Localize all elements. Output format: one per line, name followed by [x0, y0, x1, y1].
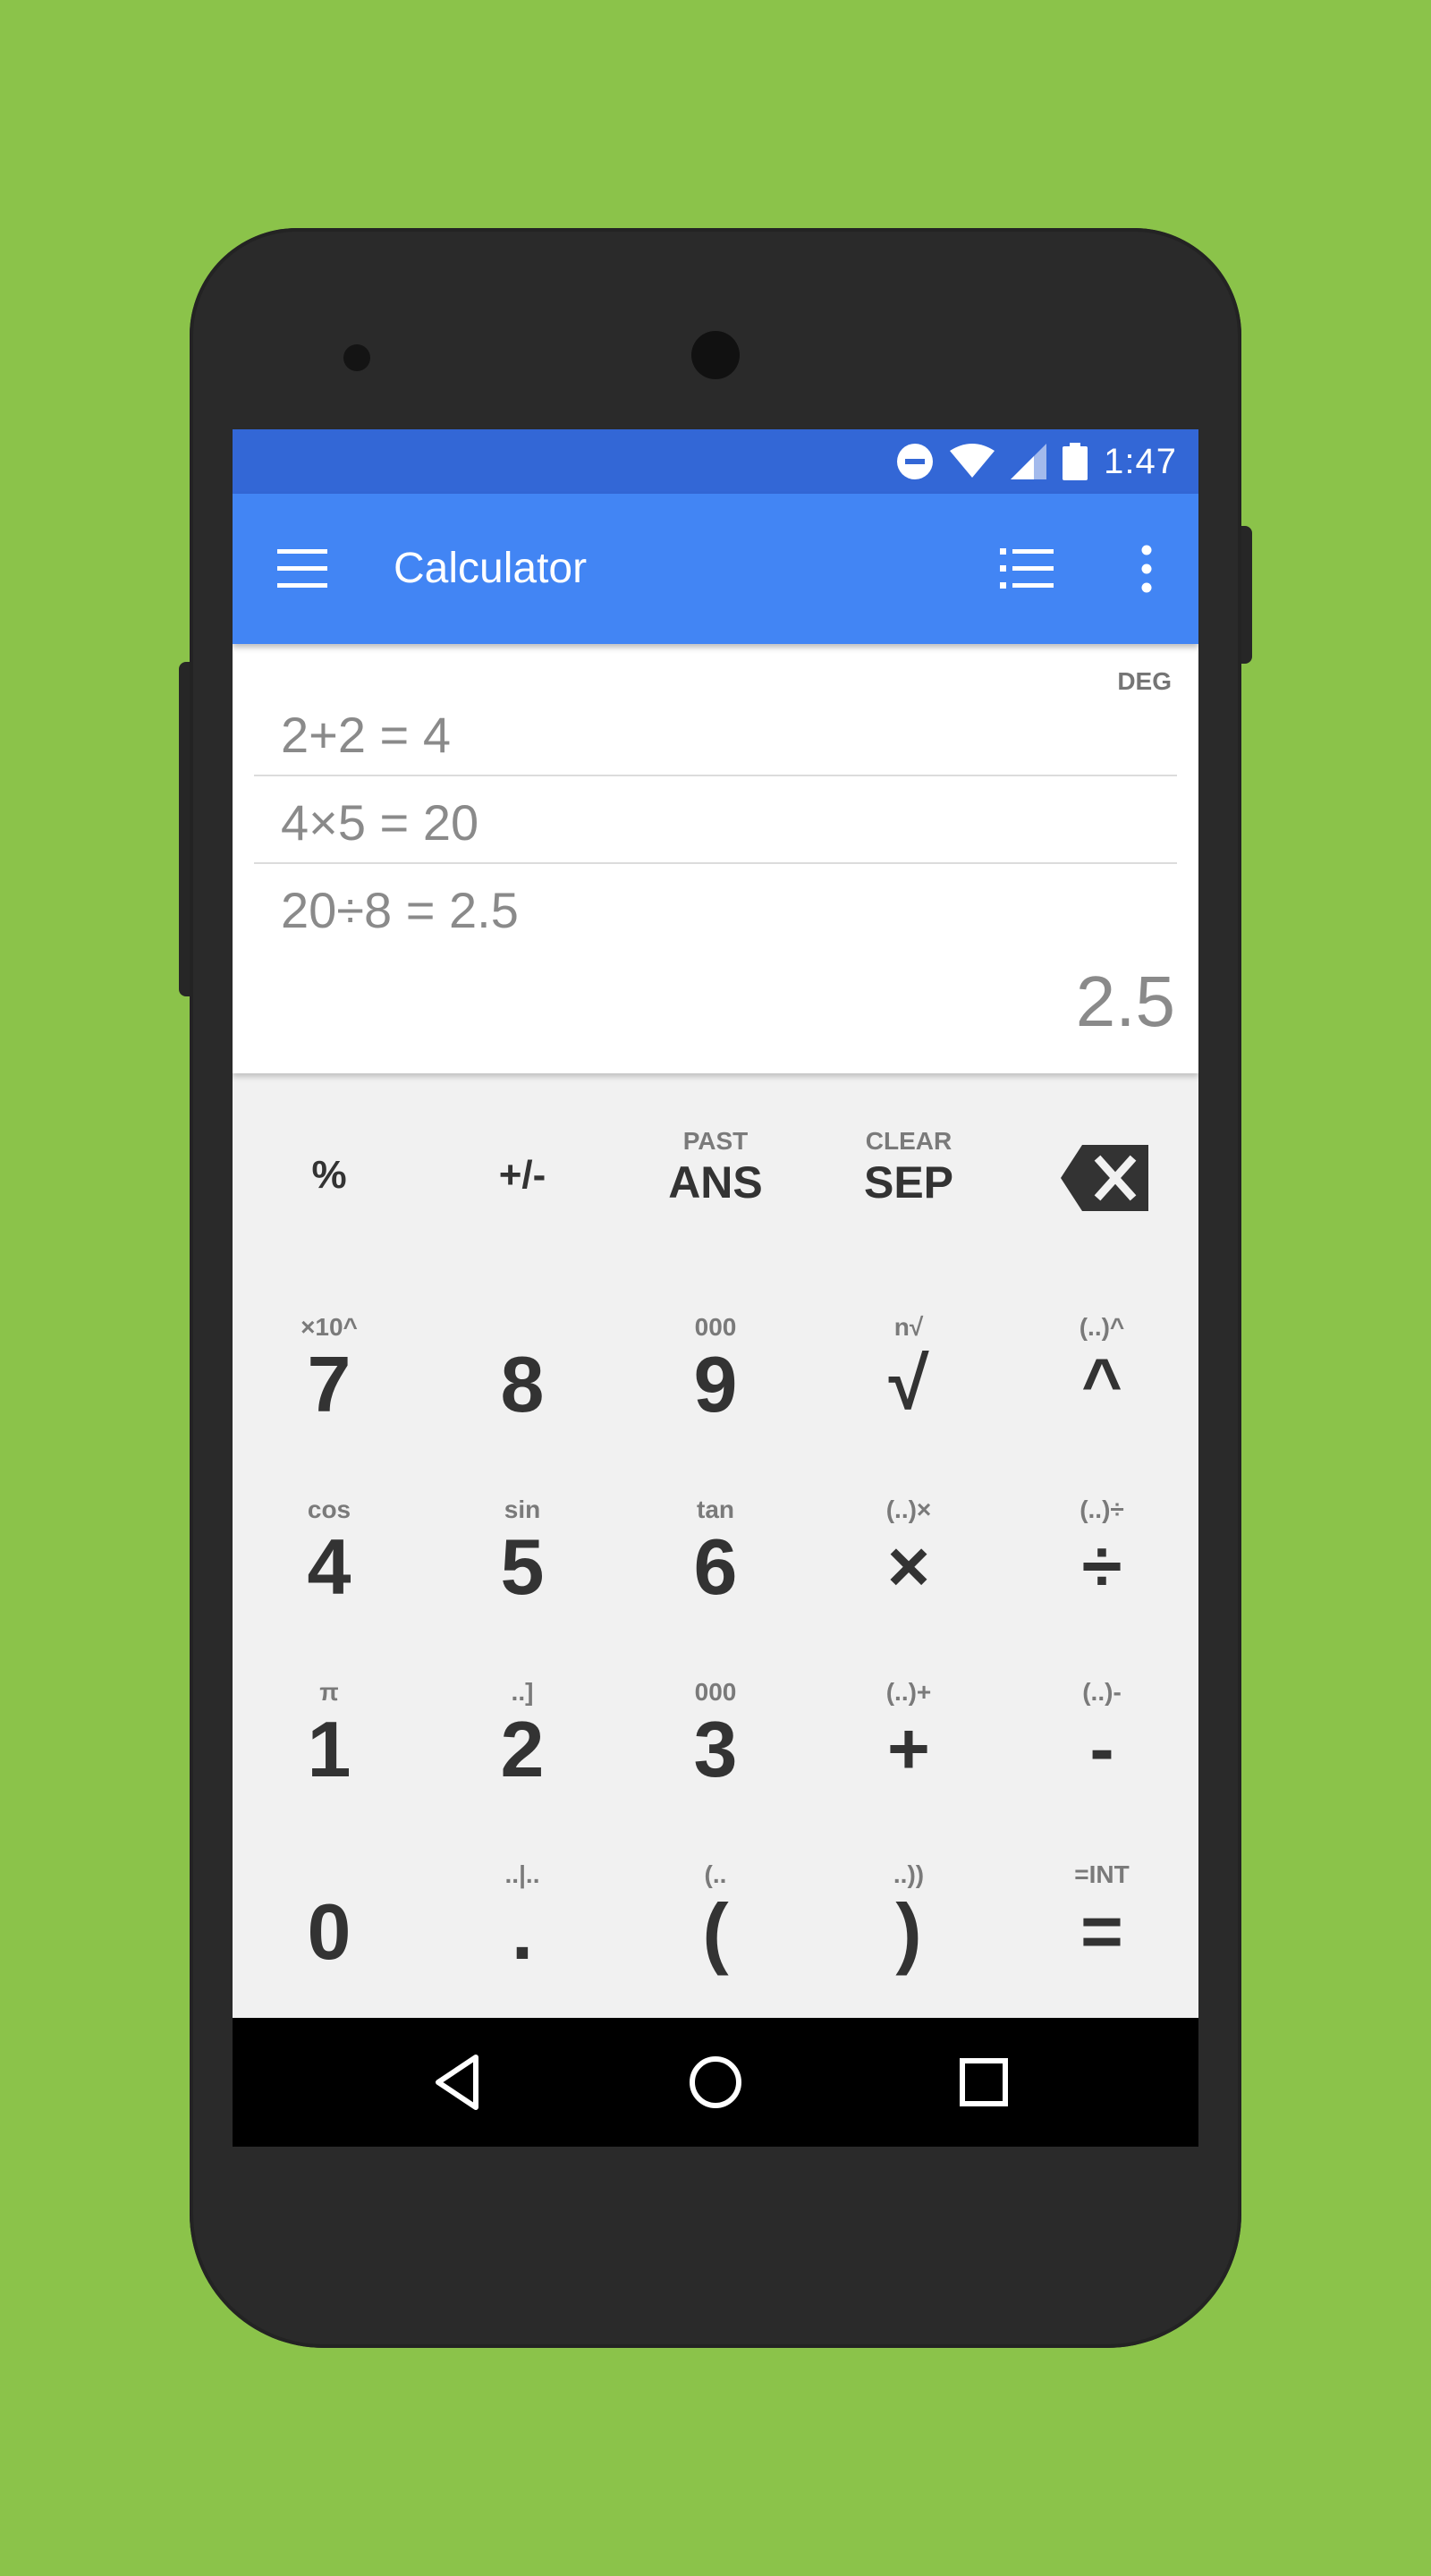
wifi-icon [950, 444, 995, 478]
home-icon[interactable] [683, 2050, 748, 2114]
sensor-dot [343, 344, 370, 371]
battery-icon [1063, 443, 1088, 480]
multiply-key[interactable]: (..)× × [812, 1496, 1005, 1612]
back-icon[interactable] [426, 2050, 490, 2114]
key-4[interactable]: cos 4 [233, 1496, 426, 1612]
subtract-key[interactable]: (..)- - [1005, 1678, 1198, 1794]
app-bar: Calculator [233, 494, 1198, 644]
status-bar: 1:47 [233, 429, 1198, 494]
key-0[interactable]: 0 [233, 1860, 426, 1986]
ans-key[interactable]: PAST ANS [619, 1127, 812, 1225]
percent-key[interactable]: % [233, 1127, 426, 1225]
sqrt-key[interactable]: n√ √ [812, 1313, 1005, 1429]
menu-icon[interactable] [275, 544, 329, 594]
open-paren-key[interactable]: (.. ( [619, 1860, 812, 1986]
add-key[interactable]: (..)+ + [812, 1678, 1005, 1794]
keypad: % +/- PAST ANS CLEAR SEP ×10^ 7 8 000 9 … [233, 1073, 1198, 2012]
key-2[interactable]: ..] 2 [426, 1678, 619, 1794]
power-key[interactable]: (..)^ ^ [1005, 1313, 1198, 1429]
sep-key[interactable]: CLEAR SEP [812, 1127, 1005, 1225]
more-vert-icon[interactable] [1129, 544, 1164, 594]
history-entry[interactable]: 4×5 = 20 [254, 776, 1177, 864]
history-list-icon[interactable] [1000, 544, 1055, 594]
recents-icon[interactable] [952, 2050, 1016, 2114]
result-display: 2.5 [1075, 962, 1175, 1041]
navigation-bar [233, 2018, 1198, 2147]
history-entry[interactable]: 2+2 = 4 [254, 689, 1177, 776]
key-1[interactable]: π 1 [233, 1678, 426, 1794]
backspace-icon [1061, 1145, 1148, 1211]
key-9[interactable]: 000 9 [619, 1313, 812, 1429]
close-paren-key[interactable]: ..)) ) [812, 1860, 1005, 1986]
decimal-key[interactable]: ..|.. . [426, 1860, 619, 1986]
status-time: 1:47 [1104, 441, 1177, 481]
app-title: Calculator [394, 545, 588, 592]
key-6[interactable]: tan 6 [619, 1496, 812, 1612]
front-camera [691, 331, 740, 379]
plus-minus-key[interactable]: +/- [426, 1127, 619, 1225]
phone-screen: 1:47 Calculator DEG 2+2 = 4 4×5 = 20 20÷… [233, 429, 1198, 2147]
key-8[interactable]: 8 [426, 1313, 619, 1429]
do-not-disturb-icon [897, 444, 934, 479]
divide-key[interactable]: (..)÷ ÷ [1005, 1496, 1198, 1612]
key-5[interactable]: sin 5 [426, 1496, 619, 1612]
cell-signal-icon [1011, 444, 1047, 479]
key-7[interactable]: ×10^ 7 [233, 1313, 426, 1429]
calculator-display: DEG 2+2 = 4 4×5 = 20 20÷8 = 2.5 2.5 [233, 644, 1198, 1073]
history-entry[interactable]: 20÷8 = 2.5 [254, 864, 1177, 952]
backspace-key[interactable] [1005, 1127, 1198, 1225]
key-3[interactable]: 000 3 [619, 1678, 812, 1794]
equals-key[interactable]: =INT = [1005, 1860, 1198, 1986]
